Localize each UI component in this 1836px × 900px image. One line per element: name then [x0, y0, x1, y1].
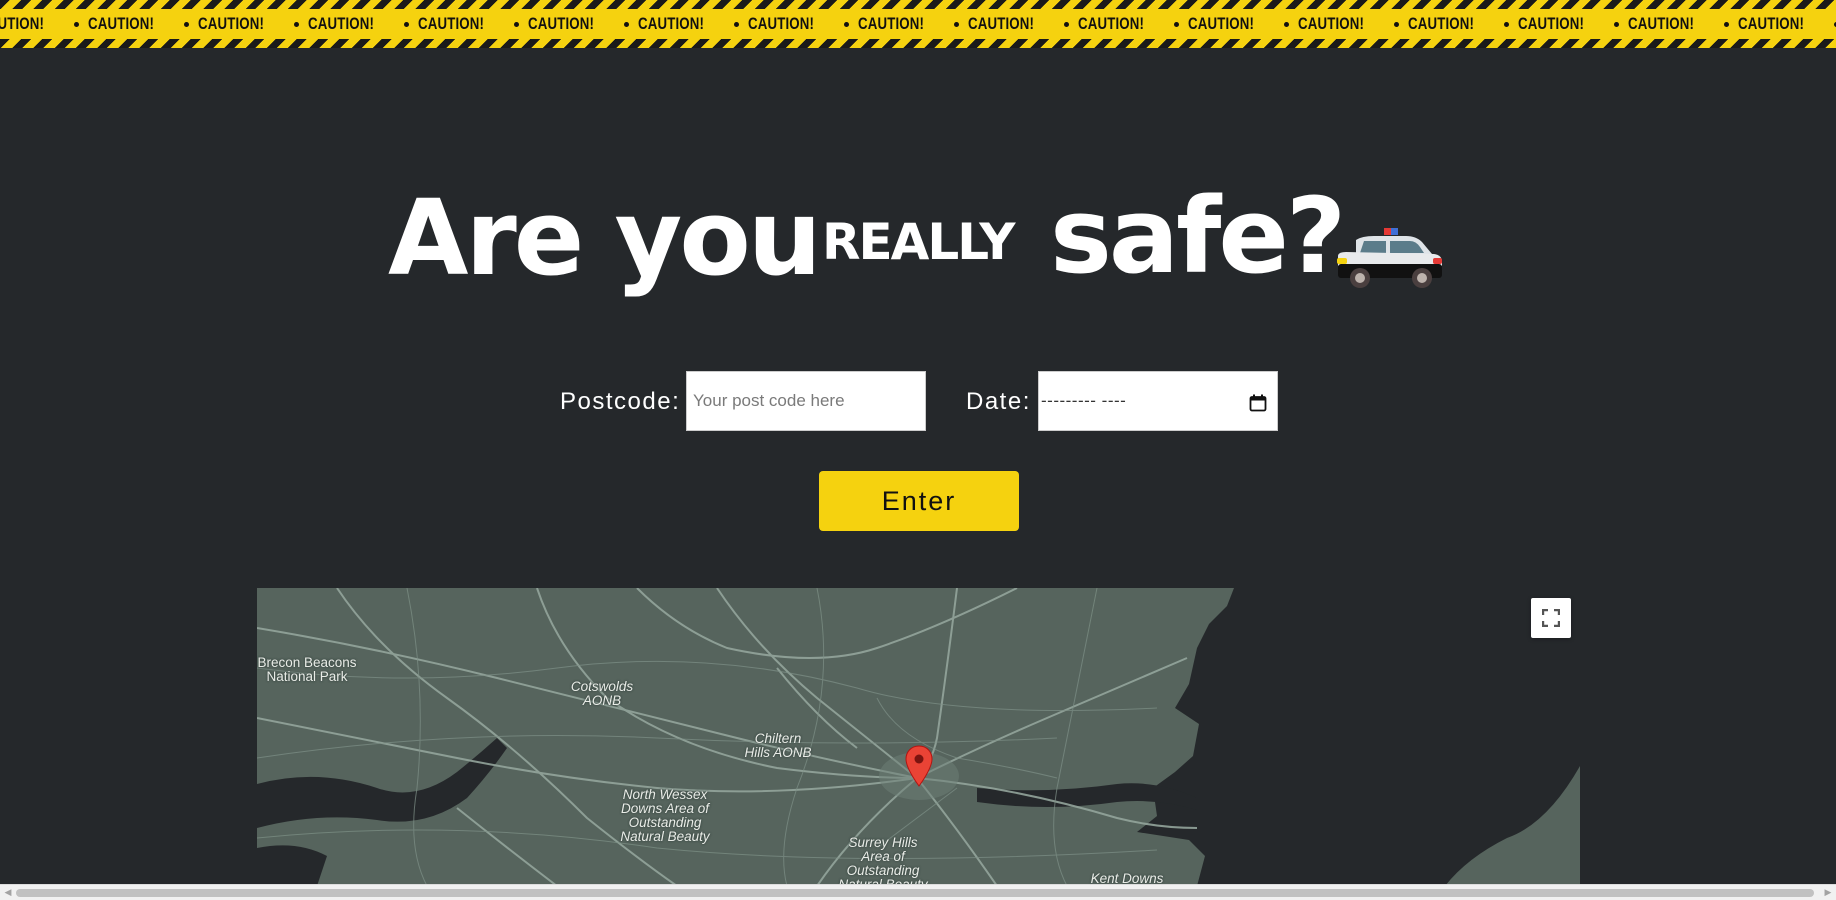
caution-tape-banner: CAUTION! CAUTION! CAUTION! CAUTION! CAUTION!…	[0, 0, 1836, 48]
map-pin-icon[interactable]	[905, 745, 933, 787]
map-view[interactable]: Brecon Beacons National Park Cotswolds A…	[257, 588, 1580, 886]
headline-are-you: Are you	[388, 177, 822, 299]
tape-caution-text: CAUTION!	[1188, 14, 1255, 33]
map-label-brecon: Brecon Beacons National Park	[257, 655, 357, 684]
tape-caution-text: CAUTION!	[1628, 14, 1695, 33]
scroll-right-arrow-icon[interactable]: ▶	[1820, 885, 1836, 900]
date-field[interactable]: --------- ----	[1038, 371, 1278, 431]
tape-text-row: CAUTION! CAUTION! CAUTION! CAUTION! CAUTION!…	[0, 13, 1836, 35]
app-root: CAUTION! CAUTION! CAUTION! CAUTION! CAUTION!…	[0, 0, 1836, 900]
tape-caution-text: CAUTION!	[1298, 14, 1365, 33]
tape-caution-text: CAUTION!	[418, 14, 485, 33]
headline-really: REALLY	[822, 213, 1015, 271]
postcode-label: Postcode:	[560, 388, 681, 415]
map-label-cotswolds: Cotswolds AONB	[570, 679, 634, 708]
tape-caution-text: CAUTION!	[198, 14, 265, 33]
enter-button[interactable]: Enter	[819, 471, 1019, 531]
tape-caution-text: CAUTION!	[1408, 14, 1475, 33]
tape-caution-text: CAUTION!	[88, 14, 155, 33]
fullscreen-button[interactable]	[1531, 598, 1571, 638]
tape-caution-text: CAUTION!	[748, 14, 815, 33]
tape-stripe-top	[0, 0, 1836, 9]
map-label-surrey-hills: Surrey Hills Area of Outstanding Natural…	[838, 835, 928, 887]
postcode-input[interactable]	[693, 391, 925, 411]
tape-caution-text: CAUTION!	[1738, 14, 1805, 33]
tape-caution-text: CAUTION!	[1518, 14, 1585, 33]
date-label: Date:	[966, 388, 1031, 415]
tape-caution-text: CAUTION!	[528, 14, 595, 33]
headline-safe: safe?	[1050, 175, 1346, 297]
page-headline: Are you REALLY safe?	[0, 170, 1836, 310]
calendar-icon[interactable]	[1249, 394, 1267, 412]
tape-caution-text: CAUTION!	[0, 14, 45, 33]
postcode-field[interactable]	[686, 371, 926, 431]
tape-caution-text: CAUTION!	[858, 14, 925, 33]
fullscreen-icon	[1542, 609, 1560, 627]
tape-caution-text: CAUTION!	[1078, 14, 1145, 33]
search-form: Postcode: Date: --------- ----	[0, 371, 1836, 431]
tape-caution-text: CAUTION!	[308, 14, 375, 33]
date-input-value: --------- ----	[1041, 391, 1127, 410]
tape-stripe-bottom	[0, 39, 1836, 48]
tape-caution-text: CAUTION!	[968, 14, 1035, 33]
scrollbar-thumb[interactable]	[16, 889, 1814, 897]
map-label-chiltern: Chiltern Hills AONB	[744, 731, 812, 760]
scroll-left-arrow-icon[interactable]: ◀	[0, 885, 16, 900]
police-car-icon	[1337, 228, 1442, 288]
tape-caution-text: CAUTION!	[638, 14, 705, 33]
horizontal-scrollbar[interactable]: ◀ ▶	[0, 884, 1836, 900]
map-label-north-wessex: North Wessex Downs Area of Outstanding N…	[620, 787, 710, 844]
